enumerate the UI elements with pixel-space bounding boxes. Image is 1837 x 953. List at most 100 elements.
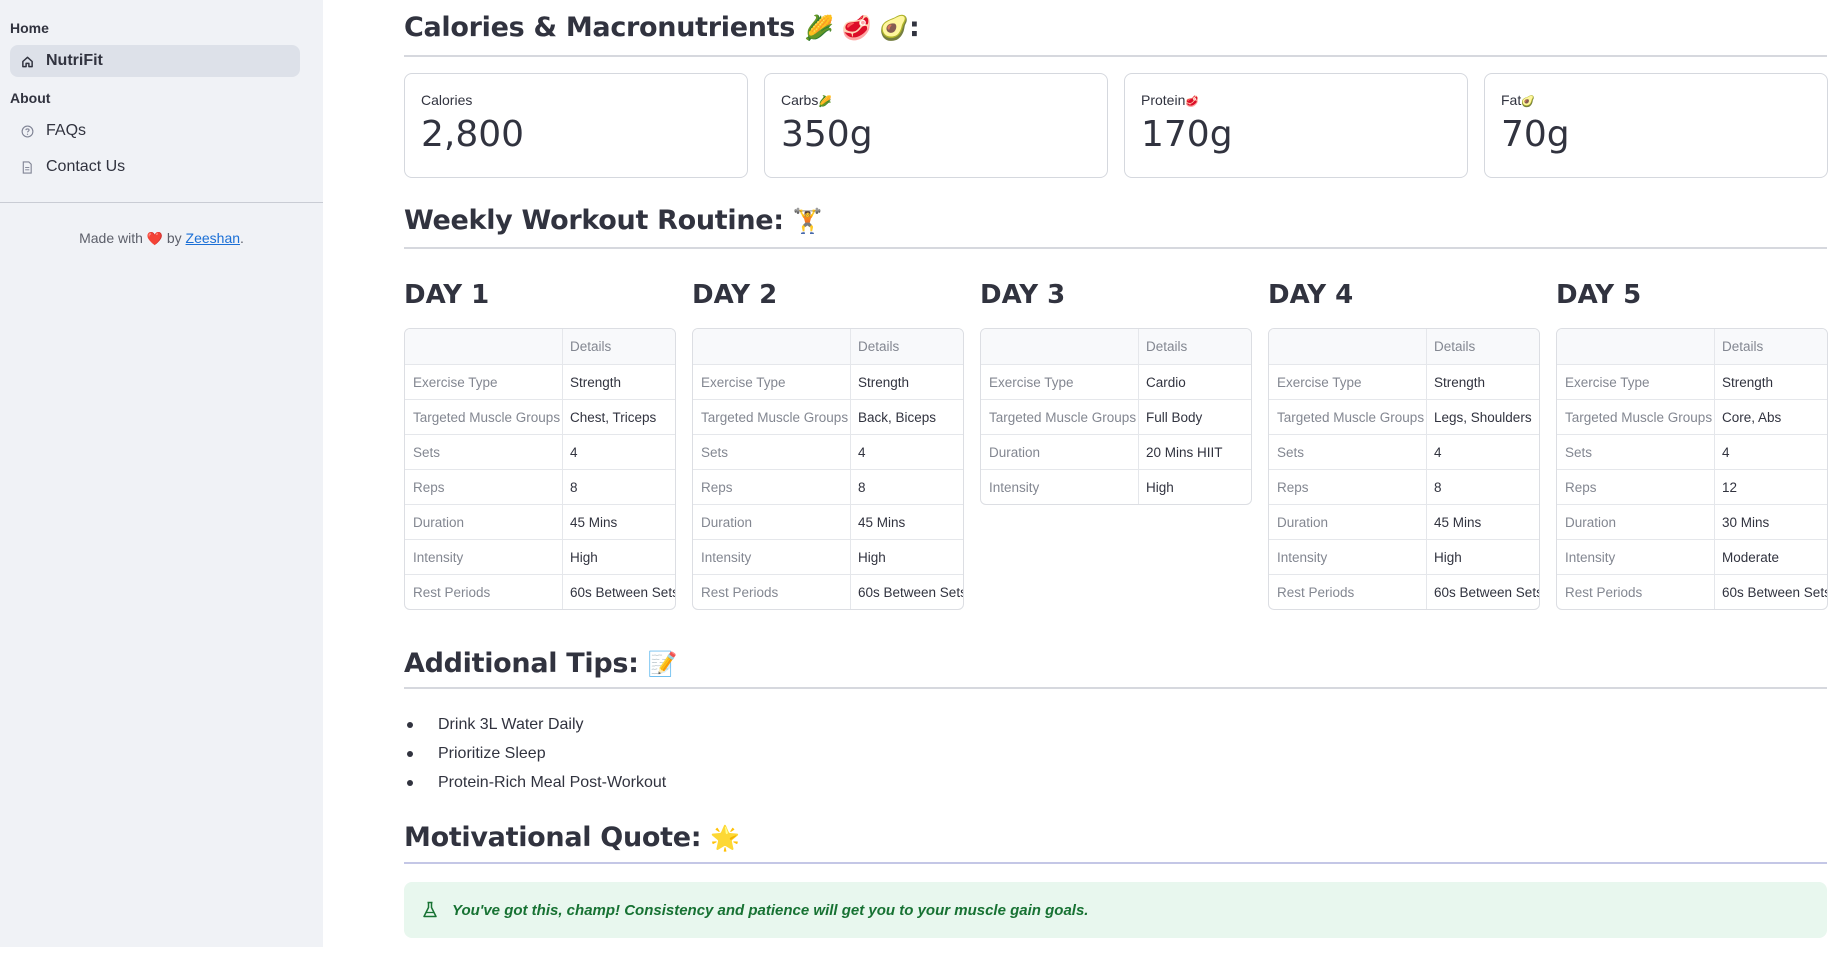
row-value: Core, Abs bbox=[1722, 409, 1782, 425]
table-row: Reps 12 bbox=[1557, 469, 1827, 504]
table-header-cell: Details bbox=[1146, 339, 1188, 354]
table-row: Targeted Muscle Groups Chest, Triceps bbox=[405, 399, 675, 434]
row-value: Full Body bbox=[1146, 409, 1203, 425]
table-row: Sets 4 bbox=[1557, 434, 1827, 469]
workout-table[interactable]: Details Exercise Type Cardio Targeted Muscl… bbox=[980, 328, 1252, 505]
tips-list: Drink 3L Water Daily Prioritize Sleep Pr… bbox=[404, 710, 666, 797]
table-row: Reps 8 bbox=[693, 469, 963, 504]
table-row: Exercise Type Strength bbox=[405, 364, 675, 399]
table-row: Duration 45 Mins bbox=[405, 504, 675, 539]
made-with-footer: Made with ❤️ by Zeeshan. bbox=[79, 230, 244, 246]
row-label: Targeted Muscle Groups bbox=[405, 400, 563, 434]
table-row: Duration 30 Mins bbox=[1557, 504, 1827, 539]
metric-value: 70g bbox=[1501, 114, 1570, 155]
flask-icon bbox=[422, 901, 440, 919]
row-value: High bbox=[570, 549, 598, 565]
table-header-row: Details bbox=[405, 329, 675, 364]
row-label: Sets bbox=[693, 435, 851, 469]
row-label: Targeted Muscle Groups bbox=[1557, 400, 1715, 434]
table-header-row: Details bbox=[1557, 329, 1827, 364]
row-label: Exercise Type bbox=[981, 365, 1139, 399]
metric-card-calories: Calories 2,800 bbox=[404, 73, 748, 178]
row-label: Exercise Type bbox=[405, 365, 563, 399]
table-row: Targeted Muscle Groups Legs, Shoulders bbox=[1269, 399, 1539, 434]
avocado-icon: 🥑 bbox=[1521, 96, 1535, 108]
table-row: Intensity High bbox=[405, 539, 675, 574]
table-header-cell: Details bbox=[858, 339, 900, 354]
table-row: Reps 8 bbox=[1269, 469, 1539, 504]
sidebar-item-nutrifit[interactable]: NutriFit bbox=[10, 45, 300, 77]
row-label: Duration bbox=[693, 505, 851, 539]
workout-table[interactable]: Details Exercise Type Strength Targeted Mus… bbox=[692, 328, 964, 610]
table-row: Duration 45 Mins bbox=[1269, 504, 1539, 539]
workout-table[interactable]: Details Exercise Type Strength Targeted Mus… bbox=[1268, 328, 1540, 610]
sidebar-item-faqs[interactable]: FAQs bbox=[10, 115, 300, 147]
quote-heading: Motivational Quote: 🌟 bbox=[404, 822, 740, 853]
row-value: 4 bbox=[1722, 444, 1730, 460]
row-value: Moderate bbox=[1722, 549, 1780, 565]
list-item: Protein-Rich Meal Post-Workout bbox=[404, 768, 666, 797]
corn-icon: 🌽 bbox=[818, 96, 833, 108]
row-label: Sets bbox=[405, 435, 563, 469]
table-row: Targeted Muscle Groups Back, Biceps bbox=[693, 399, 963, 434]
row-value: 45 Mins bbox=[1434, 514, 1482, 530]
workout-table[interactable]: Details Exercise Type Strength Targeted Mus… bbox=[404, 328, 676, 610]
sidebar-item-contact[interactable]: Contact Us bbox=[10, 151, 300, 183]
workout-table[interactable]: Details Exercise Type Strength Targeted Mus… bbox=[1556, 328, 1828, 610]
sidebar: Home NutriFit About FAQs Contact Us Made… bbox=[0, 0, 323, 947]
table-row: Rest Periods 60s Between Sets bbox=[1557, 574, 1827, 609]
sidebar-divider bbox=[0, 202, 323, 203]
row-value: 4 bbox=[858, 444, 866, 460]
row-label: Targeted Muscle Groups bbox=[981, 400, 1139, 434]
table-header-cell bbox=[405, 329, 563, 364]
meat-icon: 🥩 bbox=[1185, 96, 1200, 108]
row-value: 45 Mins bbox=[858, 514, 906, 530]
workout-heading: Weekly Workout Routine: 🏋️ bbox=[404, 205, 823, 236]
table-header-row: Details bbox=[693, 329, 963, 364]
row-value: Back, Biceps bbox=[858, 409, 937, 425]
row-label: Exercise Type bbox=[1269, 365, 1427, 399]
row-label: Duration bbox=[1557, 505, 1715, 539]
row-label: Rest Periods bbox=[1557, 575, 1715, 609]
row-value: Cardio bbox=[1146, 374, 1186, 390]
row-label: Sets bbox=[1557, 435, 1715, 469]
metric-card-carbs: Carbs🌽 350g bbox=[764, 73, 1108, 178]
heart-icon: ❤️ bbox=[146, 231, 163, 246]
sidebar-item-label: Contact Us bbox=[46, 158, 126, 175]
row-label: Intensity bbox=[1557, 540, 1715, 574]
row-label: Rest Periods bbox=[1269, 575, 1427, 609]
row-value: 20 Mins HIIT bbox=[1146, 444, 1223, 460]
row-value: High bbox=[1434, 549, 1462, 565]
day-title: DAY 1 bbox=[404, 280, 490, 310]
memo-icon: 📝 bbox=[647, 650, 678, 678]
sidebar-section-about: About bbox=[10, 90, 51, 106]
table-header-cell bbox=[981, 329, 1139, 364]
sidebar-item-label: FAQs bbox=[46, 122, 87, 139]
row-value: Strength bbox=[570, 374, 622, 390]
table-row: Duration 45 Mins bbox=[693, 504, 963, 539]
table-row: Exercise Type Cardio bbox=[981, 364, 1251, 399]
row-label: Targeted Muscle Groups bbox=[693, 400, 851, 434]
home-icon bbox=[20, 54, 34, 68]
table-header-cell: Details bbox=[1434, 339, 1476, 354]
table-row: Rest Periods 60s Between Sets bbox=[1269, 574, 1539, 609]
table-row: Intensity High bbox=[693, 539, 963, 574]
table-row: Reps 8 bbox=[405, 469, 675, 504]
day-title: DAY 2 bbox=[692, 280, 778, 310]
metric-value: 350g bbox=[781, 114, 873, 155]
sidebar-item-label: NutriFit bbox=[46, 52, 103, 69]
list-item: Drink 3L Water Daily bbox=[404, 710, 666, 739]
list-item: Prioritize Sleep bbox=[404, 739, 666, 768]
author-link[interactable]: Zeeshan bbox=[186, 230, 240, 246]
row-label: Rest Periods bbox=[693, 575, 851, 609]
table-row: Exercise Type Strength bbox=[1269, 364, 1539, 399]
table-row: Intensity Moderate bbox=[1557, 539, 1827, 574]
table-row: Targeted Muscle Groups Full Body bbox=[981, 399, 1251, 434]
row-value: 30 Mins bbox=[1722, 514, 1770, 530]
table-row: Sets 4 bbox=[1269, 434, 1539, 469]
day-title: DAY 3 bbox=[980, 280, 1066, 310]
row-label: Exercise Type bbox=[1557, 365, 1715, 399]
tips-heading: Additional Tips: 📝 bbox=[404, 648, 678, 679]
table-header-cell bbox=[1557, 329, 1715, 364]
row-label: Targeted Muscle Groups bbox=[1269, 400, 1427, 434]
